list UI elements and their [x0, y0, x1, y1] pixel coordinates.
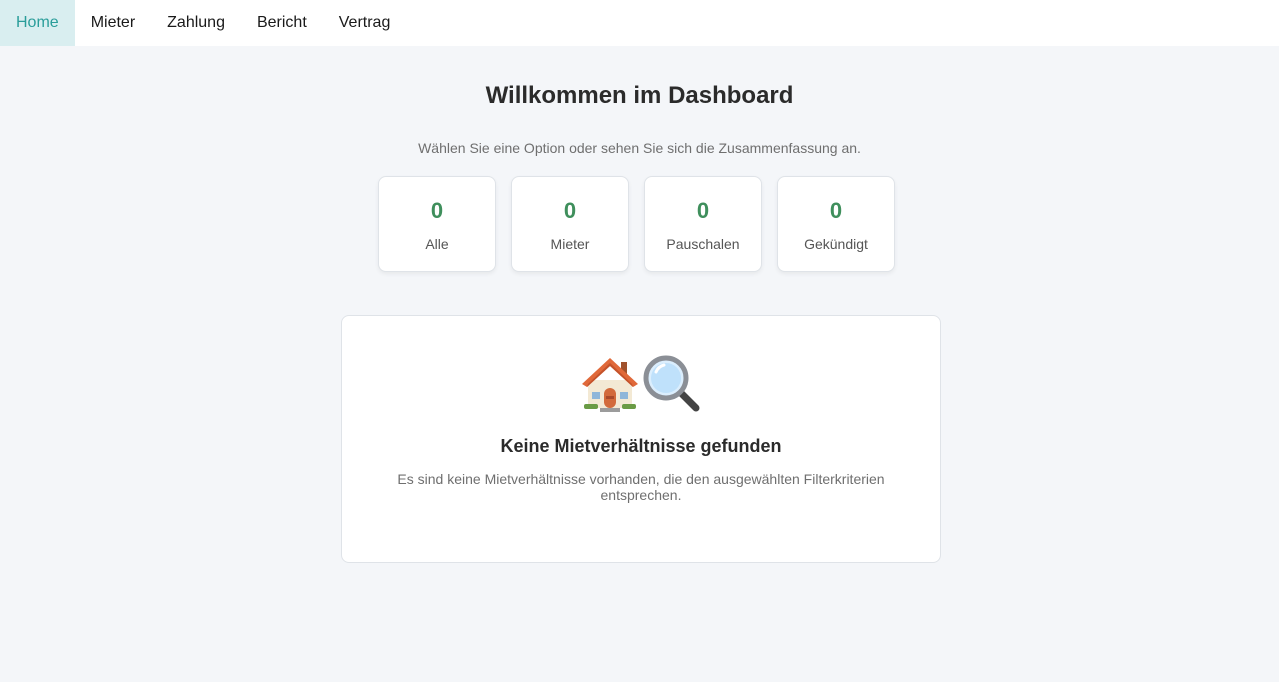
top-navbar: Home Mieter Zahlung Bericht Vertrag: [0, 0, 1279, 46]
stat-value: 0: [829, 198, 843, 223]
nav-item-zahlung[interactable]: Zahlung: [151, 0, 241, 46]
stat-label: Gekündigt: [804, 236, 868, 252]
page-subtitle: Wählen Sie eine Option oder sehen Sie si…: [418, 140, 861, 156]
house-icon: [580, 354, 640, 416]
nav-item-home[interactable]: Home: [0, 0, 75, 46]
empty-state-icons: [342, 354, 940, 416]
stat-card-alle[interactable]: 0 Alle: [378, 176, 496, 272]
stat-card-pauschalen[interactable]: 0 Pauschalen: [644, 176, 762, 272]
stat-card-mieter[interactable]: 0 Mieter: [511, 176, 629, 272]
empty-state-title: Keine Mietverhältnisse gefunden: [500, 436, 782, 456]
nav-item-mieter[interactable]: Mieter: [75, 0, 151, 46]
stat-label: Pauschalen: [666, 236, 740, 252]
stat-label: Mieter: [550, 236, 590, 252]
empty-state-card: Keine Mietverhältnisse gefunden Es sind …: [341, 315, 941, 563]
page-title: Willkommen im Dashboard: [485, 82, 794, 109]
empty-state-text: Es sind keine Mietverhältnisse vorhanden…: [397, 471, 885, 503]
dashboard-main: Willkommen im Dashboard Wählen Sie eine …: [0, 46, 1279, 682]
stats-row: 0 Alle 0 Mieter 0 Pauschalen 0 Gekündigt: [378, 176, 895, 272]
stat-label: Alle: [425, 236, 449, 252]
nav-item-bericht[interactable]: Bericht: [241, 0, 323, 46]
stat-value: 0: [563, 198, 577, 223]
nav-item-vertrag[interactable]: Vertrag: [323, 0, 407, 46]
stat-card-gekuendigt[interactable]: 0 Gekündigt: [777, 176, 895, 272]
stat-value: 0: [430, 198, 444, 223]
stat-value: 0: [696, 198, 710, 223]
magnifying-glass-icon: [642, 354, 702, 416]
